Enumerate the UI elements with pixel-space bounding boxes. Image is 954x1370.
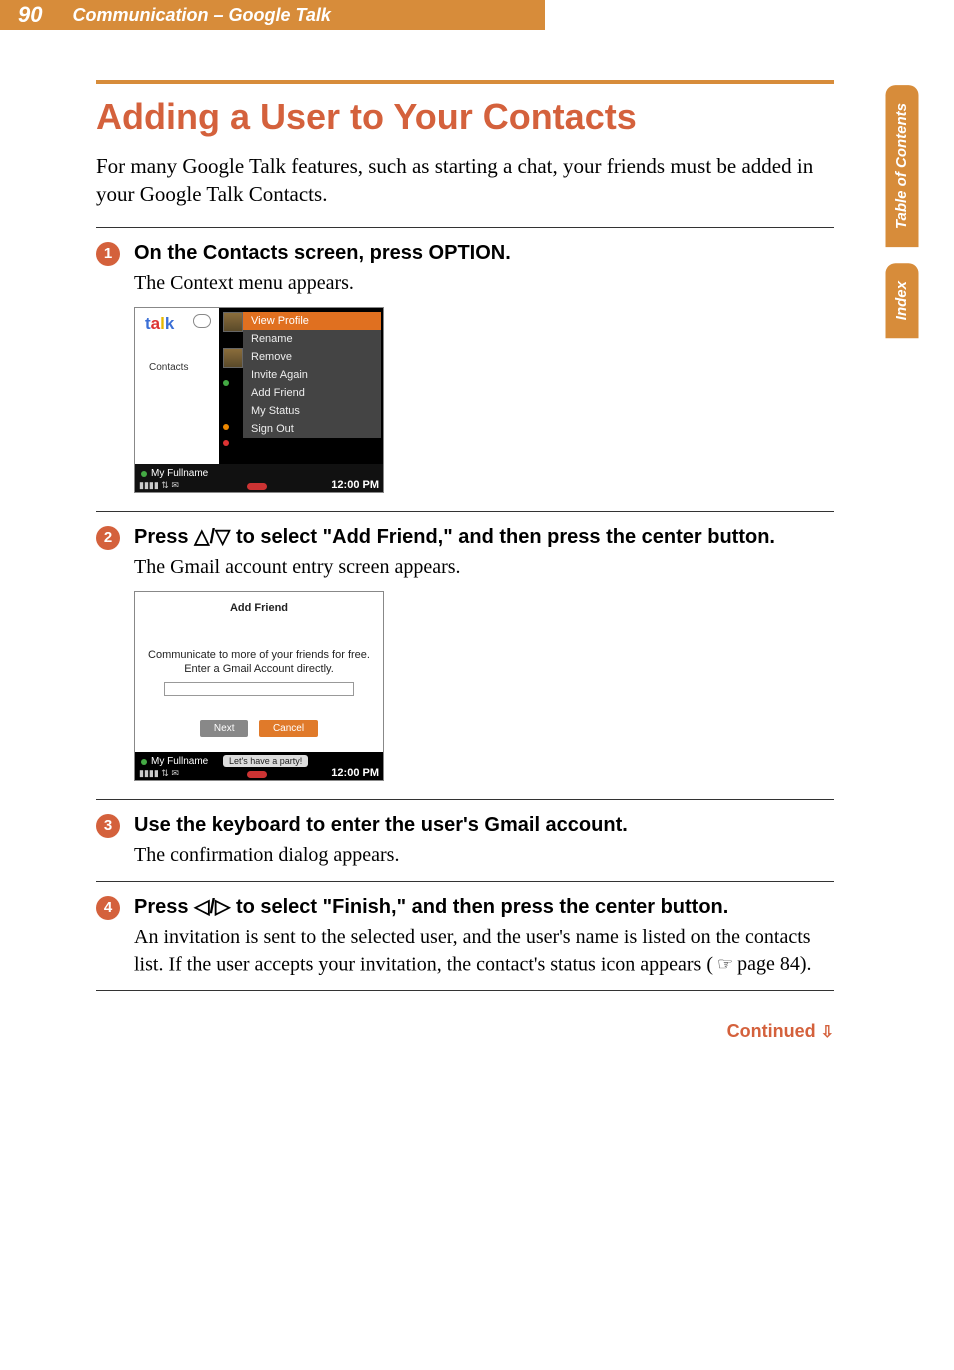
step-title: Press ◁/▷ to select "Finish," and then p… — [134, 894, 834, 920]
step-4: 4 Press ◁/▷ to select "Finish," and then… — [96, 894, 834, 978]
menu-item-rename[interactable]: Rename — [243, 330, 381, 348]
step-desc-part: page 84). — [737, 951, 811, 978]
shot-title: Add Friend — [135, 592, 383, 614]
step-desc-part: An invitation is sent to the selected us… — [134, 926, 811, 975]
signal-icons: ▮▮▮▮ ⇅ ✉ — [139, 768, 179, 779]
next-button[interactable]: Next — [200, 720, 249, 737]
divider — [96, 511, 834, 512]
talk-logo: talk — [135, 308, 219, 336]
step-desc: The Context menu appears. — [134, 270, 834, 297]
step-title-part: to select "Add Friend," and then press t… — [230, 526, 775, 548]
menu-item-invite-again[interactable]: Invite Again — [243, 366, 381, 384]
step-title-part: Press — [134, 896, 194, 918]
side-tabs: Table of Contents Index — [886, 85, 919, 354]
down-arrow-icon: ⇩ — [821, 1024, 834, 1041]
status-dot-icon — [223, 380, 229, 386]
status-dot-icon — [223, 440, 229, 446]
status-message: Let's have a party! — [223, 755, 308, 767]
status-name: My Fullname — [151, 756, 208, 767]
step-3: 3 Use the keyboard to enter the user's G… — [96, 812, 834, 869]
menu-item-sign-out[interactable]: Sign Out — [243, 420, 381, 438]
hand-pointer-icon: ☞ — [717, 952, 733, 976]
divider — [96, 799, 834, 800]
context-menu: View Profile Rename Remove Invite Again … — [243, 312, 381, 438]
step-desc: The confirmation dialog appears. — [134, 842, 834, 869]
step-number: 4 — [96, 896, 120, 920]
clock: 12:00 PM — [331, 767, 379, 779]
avatar-icon — [223, 348, 243, 368]
screenshot-add-friend: Add Friend Communicate to more of your f… — [134, 591, 384, 781]
divider — [96, 227, 834, 228]
contacts-label: Contacts — [149, 362, 188, 373]
continued-label: Continued — [727, 1021, 816, 1041]
step-title-part: to select "Finish," and then press the c… — [230, 896, 728, 918]
status-dot-icon — [223, 424, 229, 430]
up-down-arrow-icon: △/▽ — [194, 526, 230, 548]
step-title: On the Contacts screen, press OPTION. — [134, 240, 834, 266]
step-number: 3 — [96, 814, 120, 838]
cancel-button[interactable]: Cancel — [259, 720, 318, 737]
step-number: 2 — [96, 526, 120, 550]
status-bar: My Fullname ▮▮▮▮ ⇅ ✉ 12:00 PM — [135, 464, 383, 492]
gmail-input[interactable] — [164, 682, 354, 696]
home-button-icon — [247, 483, 267, 490]
shot-message: Communicate to more of your friends for … — [135, 648, 383, 677]
page-content: Adding a User to Your Contacts For many … — [96, 80, 834, 1042]
step-1: 1 On the Contacts screen, press OPTION. … — [96, 240, 834, 493]
intro-text: For many Google Talk features, such as s… — [96, 152, 834, 209]
avatar-icon — [223, 312, 243, 332]
page-title: Adding a User to Your Contacts — [96, 96, 834, 138]
signal-icons: ▮▮▮▮ ⇅ ✉ — [139, 480, 179, 491]
step-desc: An invitation is sent to the selected us… — [134, 924, 834, 978]
presence-dot-icon — [141, 759, 147, 765]
step-title: Use the keyboard to enter the user's Gma… — [134, 812, 834, 838]
presence-dot-icon — [141, 471, 147, 477]
step-title: Press △/▽ to select "Add Friend," and th… — [134, 524, 834, 550]
clock: 12:00 PM — [331, 479, 379, 491]
title-rule — [96, 80, 834, 84]
menu-item-view-profile[interactable]: View Profile — [243, 312, 381, 330]
status-name: My Fullname — [151, 468, 208, 479]
page-number: 90 — [18, 2, 42, 28]
divider — [96, 881, 834, 882]
tab-index[interactable]: Index — [886, 263, 919, 338]
step-2: 2 Press △/▽ to select "Add Friend," and … — [96, 524, 834, 781]
tab-toc[interactable]: Table of Contents — [886, 85, 919, 247]
step-desc: The Gmail account entry screen appears. — [134, 554, 834, 581]
menu-item-my-status[interactable]: My Status — [243, 402, 381, 420]
step-title-part: Press — [134, 526, 194, 548]
home-button-icon — [247, 771, 267, 778]
status-bar: My Fullname Let's have a party! ▮▮▮▮ ⇅ ✉… — [135, 752, 383, 780]
screenshot-context-menu: talk Contacts View Profile Rename Remove… — [134, 307, 384, 493]
continued-indicator: Continued ⇩ — [96, 1021, 834, 1042]
header-bar: 90 Communication – Google Talk — [0, 0, 545, 30]
step-number: 1 — [96, 242, 120, 266]
left-right-arrow-icon: ◁/▷ — [194, 896, 230, 918]
header-section: Communication – Google Talk — [72, 5, 330, 26]
menu-item-remove[interactable]: Remove — [243, 348, 381, 366]
menu-item-add-friend[interactable]: Add Friend — [243, 384, 381, 402]
divider — [96, 990, 834, 991]
